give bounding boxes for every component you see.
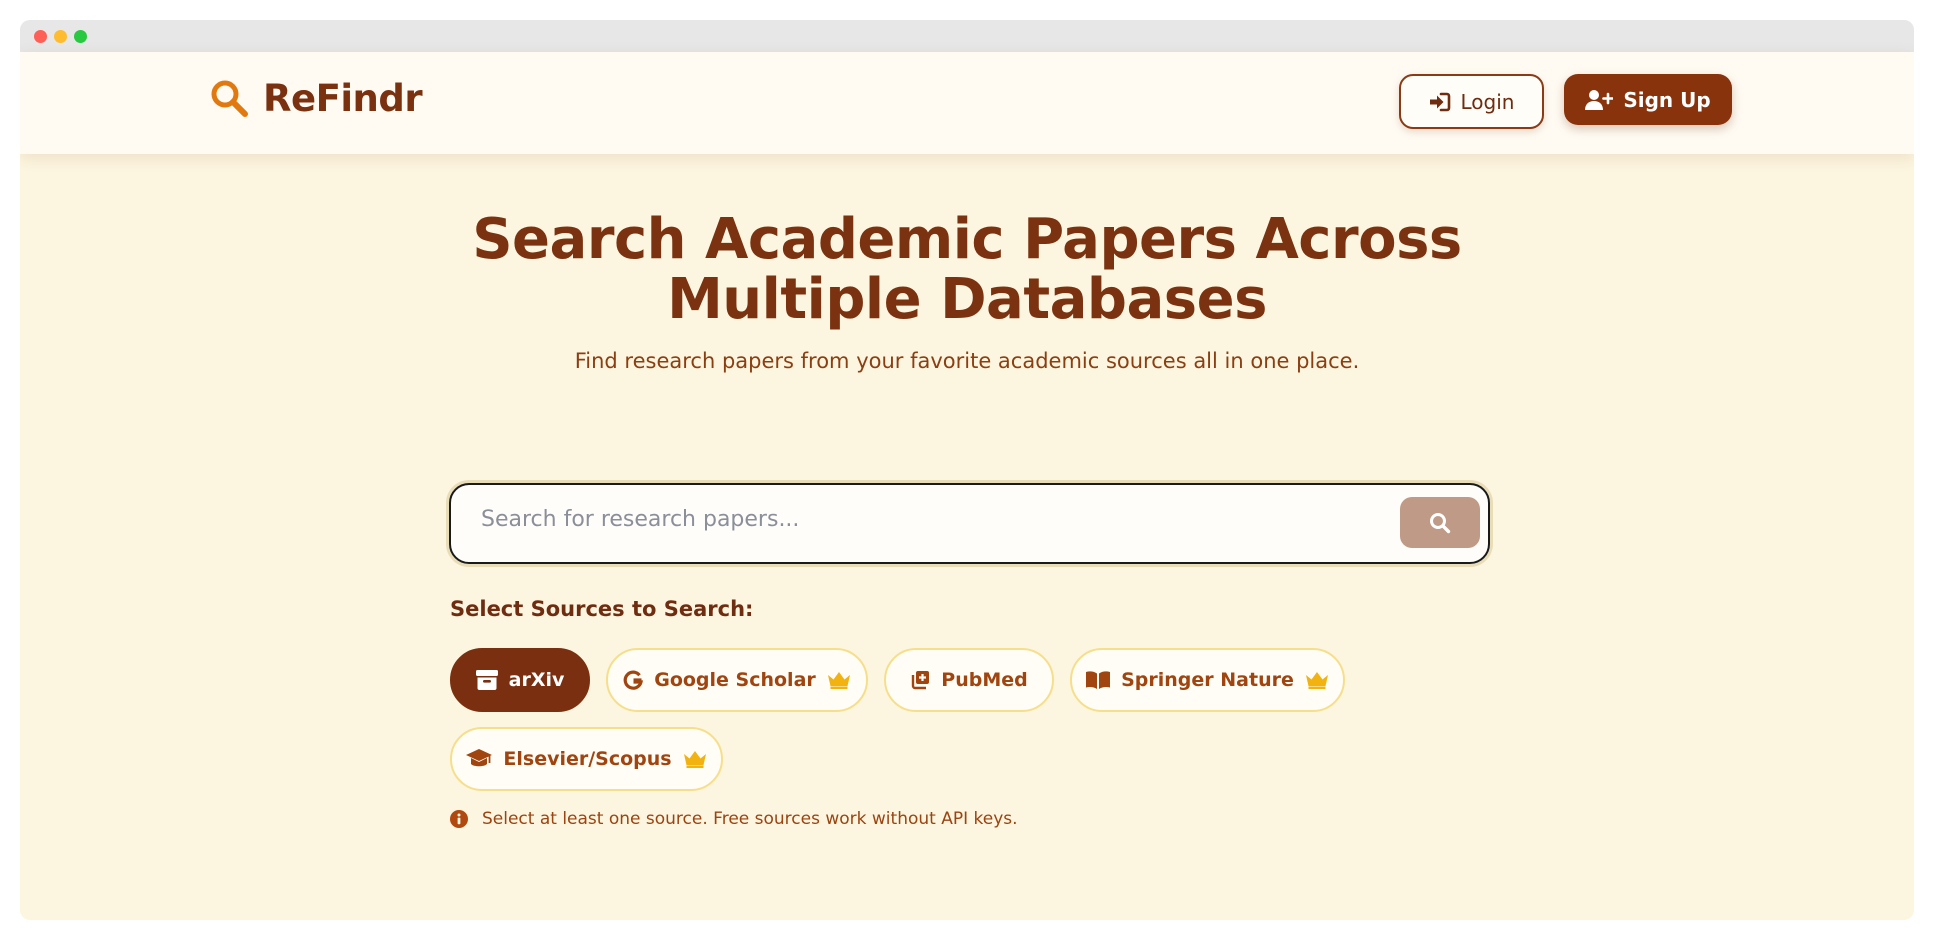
book-open-icon xyxy=(1086,671,1111,689)
close-window-button[interactable] xyxy=(34,30,47,43)
sign-in-icon xyxy=(1429,92,1450,111)
window-titlebar xyxy=(20,20,1914,52)
search-box: Search for research papers... xyxy=(449,483,1490,564)
source-option-google-scholar[interactable]: Google Scholar xyxy=(606,648,868,712)
source-option-springer-nature[interactable]: Springer Nature xyxy=(1070,648,1345,712)
signup-label: Sign Up xyxy=(1623,87,1711,112)
hero-title: Search Academic Papers Across Multiple D… xyxy=(20,210,1914,330)
login-button[interactable]: Login xyxy=(1399,74,1544,129)
sources-note: Select at least one source. Free sources… xyxy=(450,809,1018,829)
hero-title-line-1: Search Academic Papers Across xyxy=(472,207,1462,272)
source-label: PubMed xyxy=(941,669,1028,691)
source-label: Springer Nature xyxy=(1121,669,1294,691)
source-label: Elsevier/Scopus xyxy=(503,748,672,770)
source-option-elsevier-scopus[interactable]: Elsevier/Scopus xyxy=(450,727,723,791)
browser-window: ReFindr Login Sign Up Search Academic Pa… xyxy=(20,20,1914,920)
sources-note-text: Select at least one source. Free sources… xyxy=(482,809,1018,829)
hero-section: Search Academic Papers Across Multiple D… xyxy=(20,210,1914,374)
search-icon xyxy=(1430,512,1451,533)
top-navbar: ReFindr Login Sign Up xyxy=(20,52,1914,154)
google-icon xyxy=(623,670,644,690)
search-icon xyxy=(211,80,248,117)
crown-icon xyxy=(1305,672,1328,689)
login-label: Login xyxy=(1460,89,1515,114)
archive-icon xyxy=(475,670,498,690)
graduation-cap-icon xyxy=(466,749,493,767)
signup-button[interactable]: Sign Up xyxy=(1564,74,1732,125)
source-option-arxiv[interactable]: arXiv xyxy=(450,648,590,712)
maximize-window-button[interactable] xyxy=(74,30,87,43)
hero-subtitle: Find research papers from your favorite … xyxy=(574,349,1360,373)
source-label: Google Scholar xyxy=(654,669,816,691)
pubmed-icon xyxy=(912,671,930,690)
search-button[interactable] xyxy=(1400,497,1480,548)
source-option-pubmed[interactable]: PubMed xyxy=(884,648,1054,712)
user-plus-icon xyxy=(1585,89,1614,110)
crown-icon xyxy=(683,751,706,768)
source-label: arXiv xyxy=(508,669,565,691)
brand-name: ReFindr xyxy=(263,77,423,120)
search-input[interactable]: Search for research papers... xyxy=(481,507,799,532)
crown-icon xyxy=(827,672,850,689)
hero-title-line-2: Multiple Databases xyxy=(667,267,1267,332)
sources-heading: Select Sources to Search: xyxy=(450,597,754,621)
info-icon xyxy=(450,810,468,828)
minimize-window-button[interactable] xyxy=(54,30,67,43)
brand-logo[interactable]: ReFindr xyxy=(210,77,423,120)
